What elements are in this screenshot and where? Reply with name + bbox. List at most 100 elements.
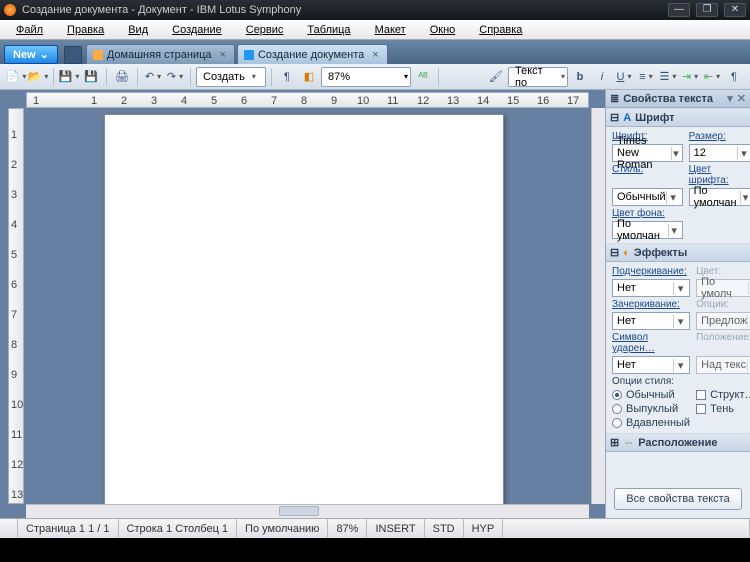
window-title: Создание документа - Документ - IBM Lotu… [22, 4, 301, 16]
status-zoom[interactable]: 87% [328, 519, 367, 538]
maximize-button[interactable]: ❐ [696, 3, 718, 17]
bold-button[interactable]: b [570, 67, 590, 87]
close-button[interactable]: ✕ [724, 3, 746, 17]
close-panel-icon[interactable]: ✕ [737, 92, 746, 105]
align-button[interactable]: ≡ [636, 67, 656, 87]
brush-button[interactable]: 🖌 [486, 67, 506, 87]
save-button[interactable]: 💾 [59, 67, 79, 87]
status-cursor: Строка 1 Столбец 1 [119, 519, 238, 538]
accent-select[interactable]: Нет▾ [612, 356, 690, 374]
position-label: Положение: [696, 332, 750, 354]
minimize-button[interactable]: — [668, 3, 690, 17]
close-icon[interactable]: × [220, 49, 226, 61]
strike-select[interactable]: Нет▾ [612, 312, 690, 330]
location-icon: ⇔ [623, 437, 634, 449]
menu-view[interactable]: Вид [116, 22, 160, 38]
open-button[interactable]: 📂 [28, 67, 48, 87]
style-label: Стиль: [612, 164, 683, 186]
menu-icon[interactable]: ▾ [727, 92, 733, 105]
accent-label: Символ ударен… [612, 332, 690, 354]
underline-select[interactable]: Нет▾ [612, 279, 690, 297]
expand-icon: ⊞ [610, 436, 619, 449]
zoom-combo[interactable]: 87% ▾ [321, 67, 411, 87]
all-props-button[interactable]: Все свойства текста [614, 488, 742, 510]
doc-icon [244, 50, 254, 60]
collapse-icon: ⊟ [610, 111, 619, 124]
effects-icon: ◐ [623, 247, 630, 259]
close-icon[interactable]: × [372, 49, 378, 61]
nonprinting-button[interactable]: ¶ [277, 67, 297, 87]
home-icon [93, 50, 103, 60]
menu-create[interactable]: Создание [160, 22, 234, 38]
sidebar-title: ≣ Свойства текста ▾ ✕ [606, 90, 750, 108]
tab-home-label: Домашняя страница [107, 49, 212, 61]
tab-home[interactable]: Домашняя страница × [86, 44, 235, 64]
check-shadow[interactable]: Тень [696, 403, 750, 415]
status-insert[interactable]: INSERT [367, 519, 424, 538]
underline-button[interactable]: U [614, 67, 634, 87]
tab-document-label: Создание документа [258, 49, 364, 61]
vertical-ruler[interactable]: 1 2 3 4 5 6 7 8 9 10 11 12 13 [8, 108, 24, 504]
page[interactable] [104, 114, 504, 504]
menu-layout[interactable]: Макет [363, 22, 418, 38]
status-spacer [503, 519, 750, 538]
print-button[interactable]: 🖨 [112, 67, 132, 87]
status-cell-blank [0, 519, 18, 538]
style-opts-label: Опции стиля: [612, 376, 750, 387]
bgcolor-select[interactable]: По умолчан▾ [612, 221, 683, 239]
collapse-icon: ⊟ [610, 246, 619, 259]
style-select[interactable]: Обычный▾ [612, 188, 683, 206]
status-std[interactable]: STD [425, 519, 464, 538]
font-color-select[interactable]: По умолчан▾ [689, 188, 750, 206]
font-select[interactable]: Times New Roman▾ [612, 144, 683, 162]
section-font[interactable]: ⊟ A Шрифт [606, 108, 750, 127]
horizontal-scrollbar[interactable] [26, 504, 589, 518]
menu-help[interactable]: Справка [467, 22, 534, 38]
document-canvas[interactable] [24, 108, 591, 504]
horizontal-ruler[interactable]: 1 1 2 3 4 5 6 7 8 9 10 11 12 13 14 15 16… [26, 92, 589, 108]
list-button[interactable]: ☰ [658, 67, 678, 87]
status-default[interactable]: По умолчанию [237, 519, 328, 538]
radio-pressed[interactable]: Вдавленный [612, 417, 690, 429]
direction-button[interactable]: ¶ [724, 67, 744, 87]
text-combo[interactable]: Текст по [508, 67, 568, 87]
save-as-button[interactable]: 💾 [81, 67, 101, 87]
tabbar: New⌄ Домашняя страница × Создание докуме… [0, 40, 750, 64]
toolbar-main: 📄 📂 💾 💾 🖨 ↶ ↷ Создать ¶ ◧ 87% ▾ ᴬᴮ 🖌 Тек… [0, 64, 750, 90]
section-location[interactable]: ⊞ ⇔ Расположение [606, 433, 750, 452]
spellcheck-button[interactable]: ᴬᴮ [413, 67, 433, 87]
size-select[interactable]: 12▾ [689, 144, 750, 162]
radio-convex[interactable]: Выпуклый [612, 403, 690, 415]
radio-normal[interactable]: Обычный [612, 389, 690, 401]
scroll-thumb[interactable] [279, 506, 319, 516]
menu-table[interactable]: Таблица [295, 22, 362, 38]
text-props-icon: ≣ [610, 92, 619, 105]
redo-button[interactable]: ↷ [165, 67, 185, 87]
indent-dec-button[interactable]: ⇤ [702, 67, 722, 87]
check-struct[interactable]: Структ… [696, 389, 750, 401]
document-area: 1 1 2 3 4 5 6 7 8 9 10 11 12 13 14 15 16… [0, 90, 605, 518]
status-page: Страница 1 1 / 1 [18, 519, 119, 538]
nav-button[interactable]: ◧ [299, 67, 319, 87]
strike-label: Зачеркивание: [612, 299, 690, 310]
thumbnails-icon[interactable] [64, 46, 82, 64]
menu-window[interactable]: Окно [418, 22, 468, 38]
tab-document[interactable]: Создание документа × [237, 44, 388, 64]
underline-label: Подчеркивание: [612, 266, 690, 277]
indent-inc-button[interactable]: ⇥ [680, 67, 700, 87]
new-doc-button[interactable]: 📄 [6, 67, 26, 87]
create-combo[interactable]: Создать [196, 67, 266, 87]
menu-edit[interactable]: Правка [55, 22, 116, 38]
menu-file[interactable]: Файл [4, 22, 55, 38]
options-label: Опции: [696, 299, 750, 310]
menu-tools[interactable]: Сервис [234, 22, 296, 38]
italic-button[interactable]: i [592, 67, 612, 87]
size-label: Размер: [689, 131, 750, 142]
position-select: Над текс▾ [696, 356, 750, 374]
undo-button[interactable]: ↶ [143, 67, 163, 87]
vertical-scrollbar[interactable] [591, 108, 605, 504]
new-button[interactable]: New⌄ [4, 45, 58, 64]
menubar: Файл Правка Вид Создание Сервис Таблица … [0, 20, 750, 40]
section-effects[interactable]: ⊟ ◐ Эффекты [606, 243, 750, 262]
status-hyp[interactable]: HYP [464, 519, 504, 538]
